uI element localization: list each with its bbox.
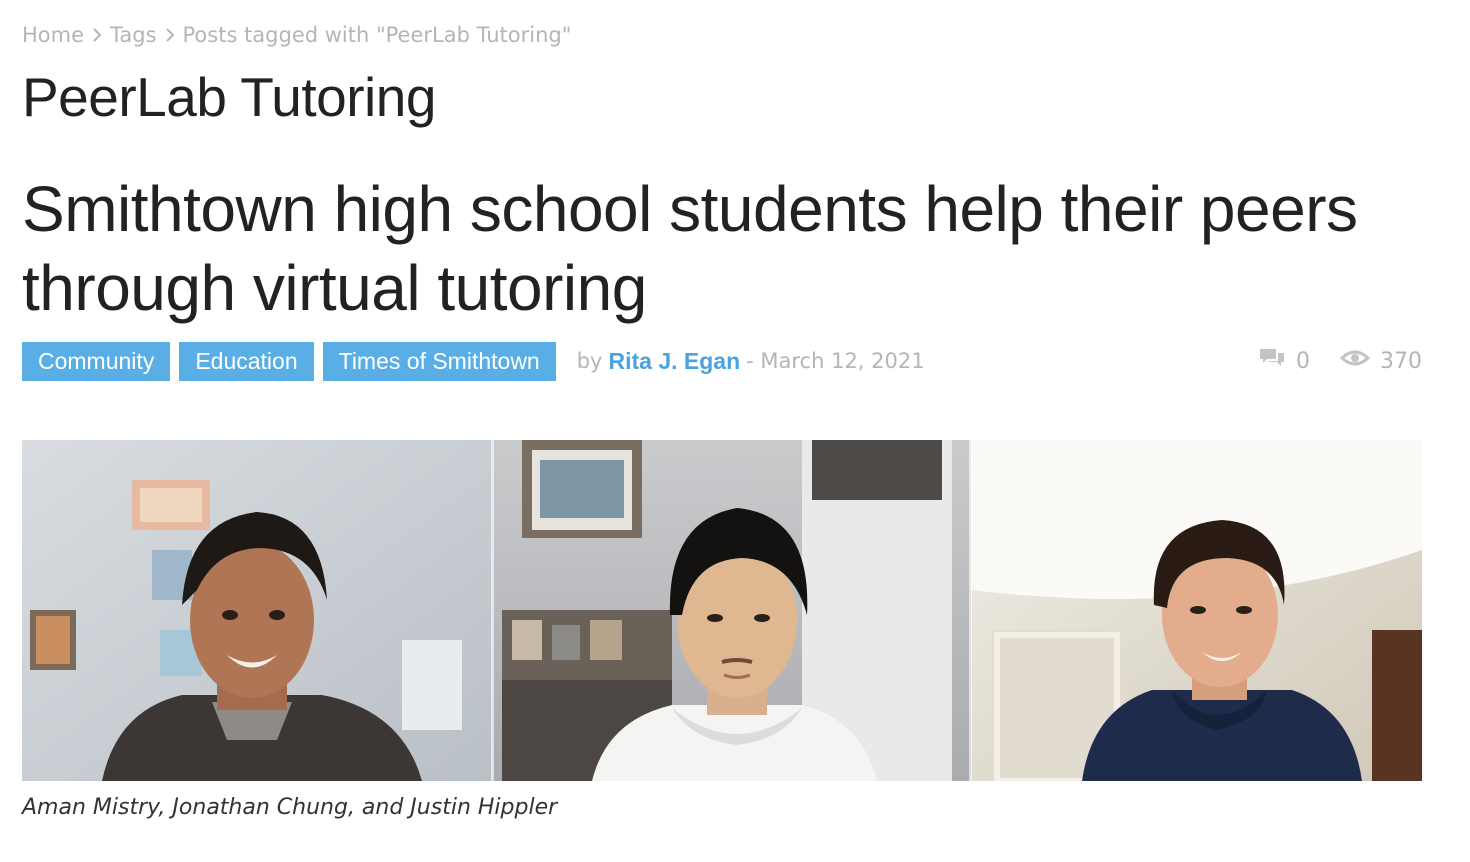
comment-count: 0 bbox=[1296, 348, 1310, 374]
category-education-button[interactable]: Education bbox=[179, 341, 314, 381]
views-stat: 370 bbox=[1339, 348, 1422, 374]
category-community-button[interactable]: Community bbox=[22, 341, 171, 381]
comments-stat[interactable]: 0 bbox=[1258, 347, 1310, 375]
category-times-of-smithtown-button[interactable]: Times of Smithtown bbox=[322, 341, 556, 381]
video-panel-2 bbox=[493, 440, 971, 781]
video-panel-1 bbox=[22, 440, 493, 781]
byline: by Rita J. Egan - March 12, 2021 bbox=[577, 348, 925, 375]
post-title-link[interactable]: Smithtown high school students help thei… bbox=[22, 170, 1442, 328]
chevron-right-icon bbox=[157, 20, 183, 50]
chevron-right-icon bbox=[84, 20, 110, 50]
comments-icon bbox=[1258, 347, 1286, 375]
video-panel-3 bbox=[971, 440, 1422, 781]
post-date: - March 12, 2021 bbox=[746, 349, 925, 373]
post-meta: Community Education Times of Smithtown b… bbox=[22, 341, 1422, 381]
image-caption: Aman Mistry, Jonathan Chung, and Justin … bbox=[22, 795, 558, 820]
author-link[interactable]: Rita J. Egan bbox=[608, 348, 740, 375]
breadcrumb-tags-link[interactable]: Tags bbox=[110, 23, 157, 47]
featured-image[interactable] bbox=[22, 440, 1422, 781]
page-title: PeerLab Tutoring bbox=[22, 66, 436, 128]
byline-prefix: by bbox=[576, 349, 603, 373]
eye-icon bbox=[1339, 348, 1371, 374]
breadcrumb: Home Tags Posts tagged with "PeerLab Tut… bbox=[22, 20, 571, 50]
view-count: 370 bbox=[1380, 348, 1422, 374]
breadcrumb-home-link[interactable]: Home bbox=[22, 23, 84, 47]
breadcrumb-current: Posts tagged with "PeerLab Tutoring" bbox=[182, 23, 572, 47]
post-stats: 0 370 bbox=[1258, 347, 1422, 375]
